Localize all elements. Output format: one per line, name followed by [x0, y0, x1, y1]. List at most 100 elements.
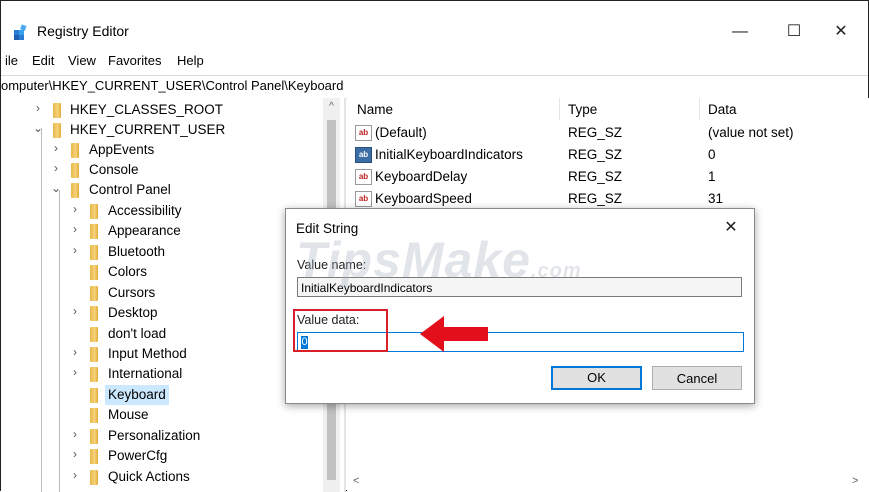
value-data: (value not set) — [708, 125, 794, 140]
edit-string-dialog: Edit String ✕ Value name: InitialKeyboar… — [285, 208, 755, 404]
value-row-keyboardspeed[interactable]: ab KeyboardSpeed REG_SZ 31 — [347, 188, 869, 210]
chevron-right-icon[interactable]: › — [50, 161, 62, 175]
folder-icon — [90, 408, 98, 423]
tree-guide-line — [59, 190, 60, 492]
value-name-field[interactable]: InitialKeyboardIndicators — [297, 277, 742, 297]
scroll-up-icon[interactable]: ^ — [323, 98, 340, 115]
registry-editor-window: Registry Editor — ☐ ✕ ile Edit View Favo… — [0, 0, 869, 492]
tree-item-label: AppEvents — [89, 142, 155, 157]
value-type: REG_SZ — [568, 147, 623, 162]
folder-icon — [90, 204, 98, 219]
value-row-default[interactable]: ab (Default) REG_SZ (value not set) — [347, 122, 869, 144]
address-bar[interactable]: omputer\HKEY_CURRENT_USER\Control Panel\… — [1, 75, 868, 99]
tree-item-label: HKEY_CURRENT_USER — [70, 122, 226, 137]
folder-icon — [53, 103, 61, 118]
menu-view[interactable]: View — [68, 53, 96, 68]
folder-icon — [71, 163, 79, 178]
value-data: 0 — [708, 147, 716, 162]
folder-icon — [90, 265, 98, 280]
value-row-keyboarddelay[interactable]: ab KeyboardDelay REG_SZ 1 — [347, 166, 869, 188]
value-row-initialkeyboardindicators[interactable]: ab InitialKeyboardIndicators REG_SZ 0 — [347, 144, 869, 166]
tree-item-label: Appearance — [108, 223, 181, 238]
menu-edit[interactable]: Edit — [32, 53, 54, 68]
minimize-button[interactable]: — — [717, 17, 763, 47]
string-value-icon: ab — [355, 169, 372, 185]
chevron-right-icon[interactable]: › — [69, 243, 81, 257]
chevron-right-icon[interactable]: › — [69, 345, 81, 359]
tree-item-label: HKEY_CLASSES_ROOT — [70, 102, 224, 117]
menu-help[interactable]: Help — [177, 53, 204, 68]
column-header-type[interactable]: Type — [568, 102, 597, 117]
folder-icon — [71, 143, 79, 158]
tree-item-label: Quick Actions — [108, 469, 190, 484]
chevron-right-icon[interactable]: › — [69, 202, 81, 216]
column-header-name[interactable]: Name — [357, 102, 393, 117]
menu-file[interactable]: ile — [5, 53, 18, 68]
tree-guide-line — [41, 128, 42, 492]
chevron-down-icon[interactable]: ⌄ — [32, 121, 44, 135]
dialog-title: Edit String — [296, 221, 359, 236]
chevron-right-icon[interactable]: › — [69, 447, 81, 461]
tree-item-label: Mouse — [108, 407, 149, 422]
string-value-icon: ab — [355, 147, 372, 163]
column-divider[interactable] — [699, 98, 700, 120]
chevron-right-icon[interactable]: › — [69, 427, 81, 441]
value-type: REG_SZ — [568, 191, 623, 206]
folder-icon — [90, 429, 98, 444]
folder-icon — [90, 245, 98, 260]
folder-icon — [90, 470, 98, 485]
folder-icon — [90, 286, 98, 301]
folder-icon — [90, 327, 98, 342]
arrow-left-icon — [420, 316, 488, 352]
folder-icon — [90, 347, 98, 362]
chevron-right-icon[interactable]: › — [69, 304, 81, 318]
folder-icon — [90, 449, 98, 464]
folder-icon — [71, 183, 79, 198]
tree-item-label: Console — [89, 162, 139, 177]
scroll-left-icon[interactable]: < — [353, 475, 359, 487]
folder-icon — [90, 306, 98, 321]
menu-favorites[interactable]: Favorites — [108, 53, 161, 68]
tree-item-label: Bluetooth — [108, 244, 166, 259]
folder-icon — [90, 367, 98, 382]
value-type: REG_SZ — [568, 125, 623, 140]
tree-item-label: International — [108, 366, 183, 381]
folder-icon — [90, 388, 98, 403]
folder-icon — [90, 224, 98, 239]
scroll-right-icon[interactable]: > — [852, 475, 858, 487]
value-name: KeyboardSpeed — [375, 191, 472, 206]
value-data: 31 — [708, 191, 724, 206]
string-value-icon: ab — [355, 191, 372, 207]
chevron-right-icon[interactable]: › — [69, 365, 81, 379]
tree-item-label: Colors — [108, 264, 148, 279]
tree-item-label: Personalization — [108, 428, 201, 443]
tree-item-label: Accessibility — [108, 203, 182, 218]
value-type: REG_SZ — [568, 169, 623, 184]
dialog-close-button[interactable]: ✕ — [716, 215, 746, 241]
tree-item-label: PowerCfg — [108, 448, 168, 463]
string-value-icon: ab — [355, 125, 372, 141]
value-data: 1 — [708, 169, 716, 184]
chevron-right-icon[interactable]: › — [32, 101, 44, 115]
column-divider[interactable] — [559, 98, 560, 120]
ok-button[interactable]: OK — [551, 366, 642, 390]
registry-editor-icon — [14, 24, 27, 40]
value-name-label: Value name: — [297, 258, 367, 272]
value-name: (Default) — [375, 125, 427, 140]
folder-icon — [53, 123, 61, 138]
tree-item-label: Cursors — [108, 285, 156, 300]
close-button[interactable]: ✕ — [818, 17, 864, 47]
highlight-box — [293, 309, 388, 352]
chevron-right-icon[interactable]: › — [69, 222, 81, 236]
chevron-right-icon[interactable]: › — [69, 468, 81, 482]
maximize-button[interactable]: ☐ — [771, 17, 817, 47]
cancel-button[interactable]: Cancel — [652, 366, 742, 390]
value-name: InitialKeyboardIndicators — [375, 147, 523, 162]
tree-item-label: Keyboard — [105, 385, 169, 405]
chevron-right-icon[interactable]: › — [50, 141, 62, 155]
window-title: Registry Editor — [37, 23, 129, 39]
column-header-data[interactable]: Data — [708, 102, 737, 117]
chevron-down-icon[interactable]: ⌄ — [50, 181, 62, 195]
tree-item-label: don't load — [108, 326, 167, 341]
tree-item-label: Control Panel — [89, 182, 171, 197]
